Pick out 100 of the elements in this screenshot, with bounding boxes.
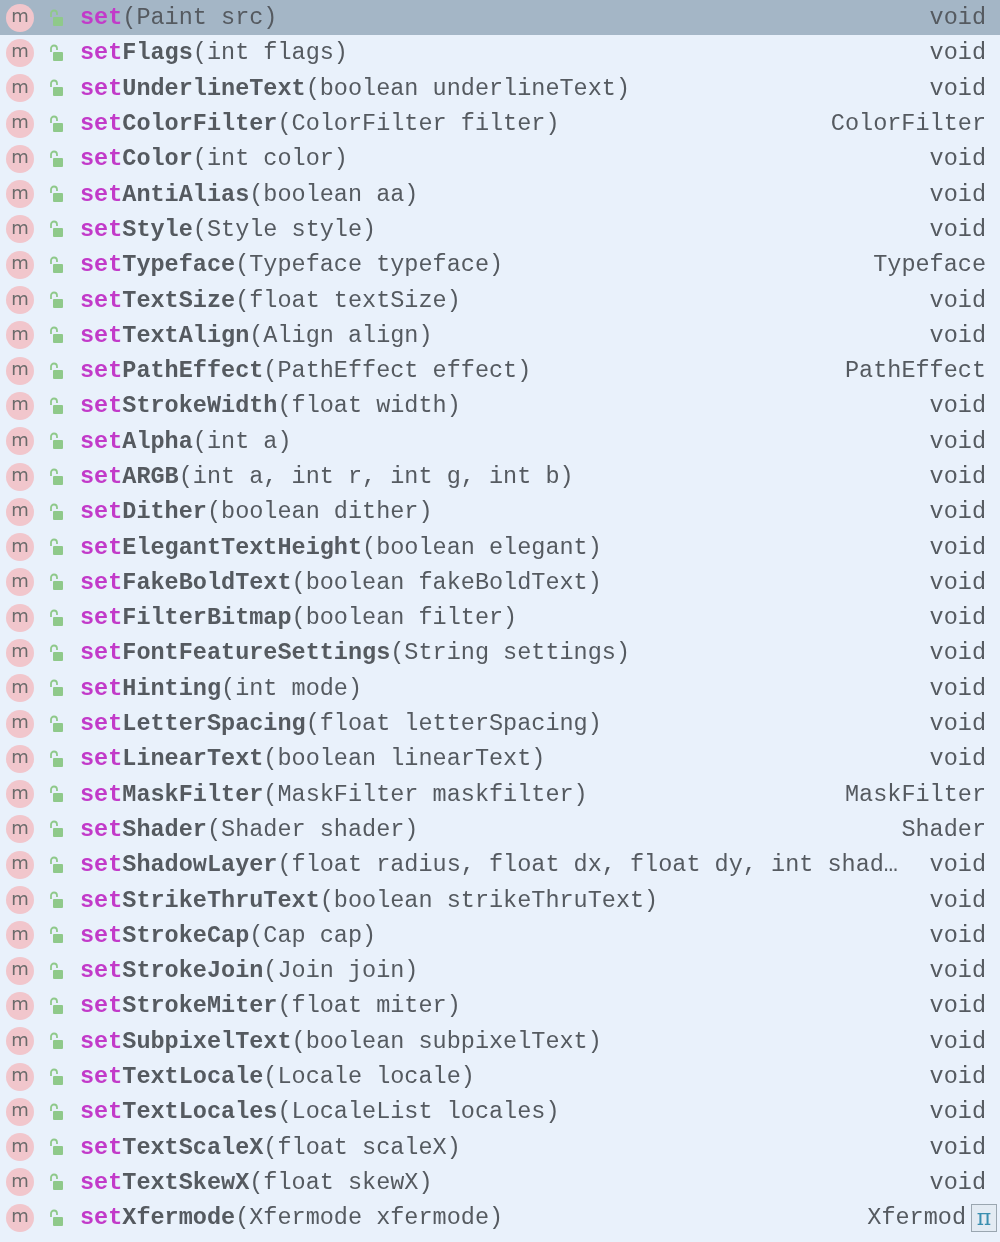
method-signature: setTypeface(Typeface typeface) (80, 251, 505, 279)
return-type: void (929, 4, 986, 32)
lock-icon (48, 502, 64, 521)
lock-icon (48, 538, 64, 557)
method-signature: setTextLocale(Locale locale) (80, 1063, 476, 1091)
method-signature: setPathEffect(PathEffect effect) (80, 357, 533, 385)
return-type: void (929, 745, 986, 773)
method-badge: m (6, 744, 34, 773)
method-signature: setStrokeCap(Cap cap) (80, 921, 378, 949)
method-signature: setSubpixelText(boolean subpixelText) (80, 1027, 603, 1055)
method-badge: m (6, 109, 34, 138)
method-signature: setMaskFilter(MaskFilter maskfilter) (80, 780, 589, 808)
return-type: void (929, 1063, 986, 1091)
method-badge: m (6, 568, 34, 597)
lock-icon (48, 1067, 64, 1086)
return-type: void (929, 921, 986, 949)
return-type: ColorFilter (830, 110, 986, 138)
return-type: void (929, 533, 986, 561)
method-badge: m (6, 1027, 34, 1056)
lock-icon (48, 149, 64, 168)
lock-icon (48, 714, 64, 733)
lock-icon (48, 608, 64, 627)
return-type: void (929, 463, 986, 490)
method-badge: m (6, 497, 34, 526)
method-badge: m (6, 286, 34, 314)
lock-icon (48, 432, 64, 451)
method-badge: m (6, 250, 34, 279)
return-type: void (929, 1168, 986, 1196)
method-signature: setLetterSpacing(float letterSpacing) (80, 710, 603, 738)
return-type: void (929, 39, 986, 67)
return-type: void (929, 639, 986, 667)
lock-icon (48, 1208, 64, 1227)
lock-icon (48, 855, 64, 874)
method-signature: setElegantTextHeight(boolean elegant) (80, 533, 603, 561)
lock-icon (48, 961, 64, 980)
method-signature: setTextSize(float textSize) (80, 286, 462, 314)
return-type: void (929, 568, 986, 596)
method-badge: m (6, 956, 34, 985)
method-signature: setLinearText(boolean linearText) (80, 745, 547, 773)
method-badge: m (6, 921, 34, 950)
lock-icon (48, 1032, 64, 1051)
method-badge: m (6, 815, 34, 844)
lock-icon (48, 326, 64, 345)
return-type: void (929, 992, 986, 1020)
method-badge: m (6, 780, 34, 809)
method-badge: m (6, 321, 34, 350)
method-badge: m (6, 1168, 34, 1197)
method-badge: m (6, 356, 34, 385)
lock-icon (48, 644, 64, 662)
return-type: void (929, 1133, 986, 1161)
method-badge: m (6, 850, 34, 879)
lock-icon (48, 679, 64, 698)
lock-icon (48, 891, 64, 910)
return-type: void (929, 180, 986, 208)
return-type: MaskFilter (844, 780, 986, 808)
lock-icon (48, 573, 64, 592)
lock-icon (48, 43, 64, 62)
method-signature: setFlags(int flags) (80, 39, 349, 67)
return-type: Typeface (873, 251, 986, 279)
lock-icon (48, 785, 64, 804)
lock-icon (48, 1102, 64, 1121)
method-signature: setStyle(Style style) (80, 215, 378, 243)
method-badge: m (6, 38, 34, 67)
method-signature: setUnderlineText(boolean underlineText) (80, 74, 631, 102)
method-badge: m (6, 74, 34, 103)
method-badge: m (6, 886, 34, 915)
method-signature: setDither(boolean dither) (80, 498, 434, 526)
method-badge: m (6, 427, 34, 456)
return-type: void (929, 851, 986, 879)
method-badge: m (6, 603, 34, 632)
method-badge: m (6, 639, 34, 667)
lock-icon (48, 361, 64, 380)
lock-icon (48, 996, 64, 1015)
method-signature: setARGB(int a, int r, int g, int b) (80, 463, 575, 490)
lock-icon (48, 1173, 64, 1192)
method-signature: setStrokeJoin(Join join) (80, 957, 420, 985)
return-type: PathEffect (844, 357, 986, 385)
method-badge: m (6, 215, 34, 244)
method-badge: m (6, 3, 34, 32)
return-type: Shader (901, 815, 986, 843)
lock-icon (48, 467, 64, 486)
return-type: void (929, 215, 986, 243)
return-type: void (929, 710, 986, 738)
return-type: void (929, 427, 986, 455)
method-badge: m (6, 1062, 34, 1091)
method-badge: m (6, 1097, 34, 1126)
lock-icon (48, 79, 64, 98)
return-type: void (929, 1027, 986, 1055)
return-type: void (929, 498, 986, 526)
method-signature: setAlpha(int a) (80, 427, 293, 455)
method-signature: setColor(int color) (80, 145, 349, 173)
method-badge: m (6, 1203, 34, 1232)
completion-item[interactable]: m set(Paint src) void (0, 0, 1000, 36)
return-type: void (929, 74, 986, 102)
method-badge: m (6, 180, 34, 209)
return-type: void (929, 886, 986, 914)
method-signature: setStrikeThruText(boolean strikeThruText) (80, 886, 660, 914)
method-signature: set(Paint src) (80, 4, 279, 32)
return-type: void (929, 957, 986, 985)
return-type: void (929, 145, 986, 173)
